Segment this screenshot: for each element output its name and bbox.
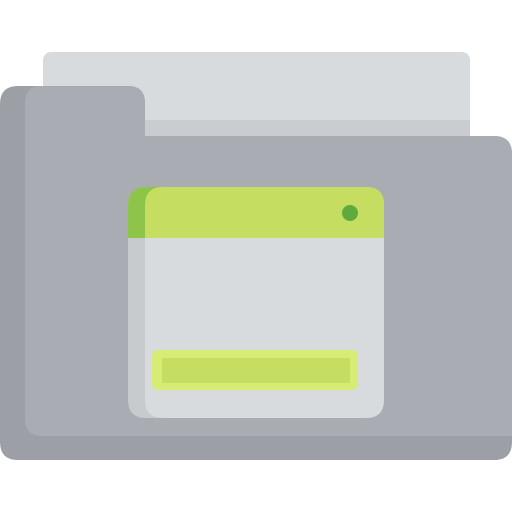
window-bar-inner [162, 358, 350, 383]
icon-canvas [0, 0, 512, 512]
window-status-dot-icon [342, 205, 358, 221]
folder-application-icon [0, 52, 512, 460]
